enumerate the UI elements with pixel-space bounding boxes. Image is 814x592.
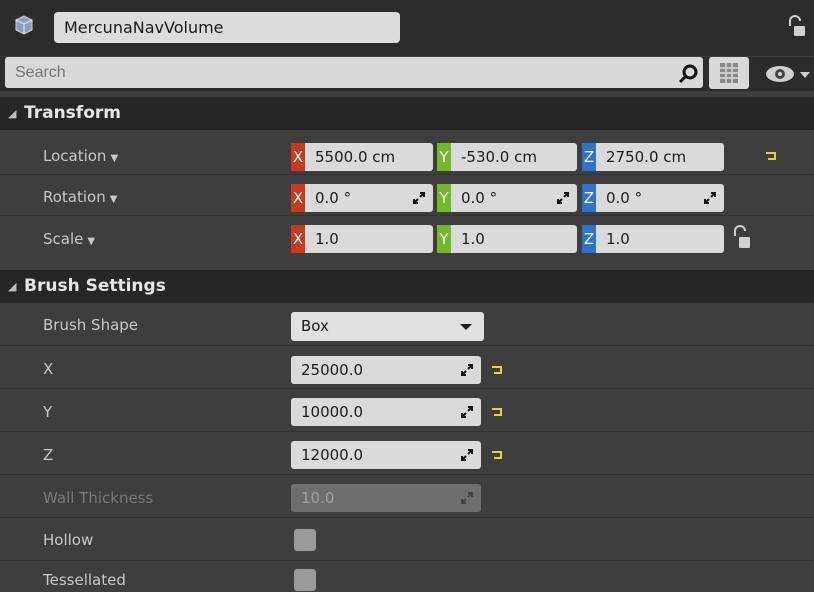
row-divider — [0, 345, 814, 346]
transform-section-header[interactable]: ◢ Transform — [0, 97, 814, 130]
wall-thickness-label: Wall Thickness — [43, 489, 154, 507]
reset-to-default-icon[interactable] — [490, 450, 504, 460]
brush-x-label: X — [43, 360, 54, 378]
axis-x-badge: X — [291, 143, 305, 171]
axis-y-badge: Y — [437, 184, 451, 212]
scale-z-field[interactable]: 1.0 — [596, 225, 724, 253]
brush-shape-dropdown[interactable]: Box — [291, 312, 484, 341]
axis-x-badge: X — [291, 184, 305, 212]
scale-label[interactable]: Scale ▼ — [43, 230, 95, 248]
tessellated-label: Tessellated — [43, 571, 126, 589]
row-divider — [0, 517, 814, 518]
axis-z-badge: Z — [582, 143, 596, 171]
eye-icon[interactable] — [762, 62, 812, 86]
section-title: Transform — [24, 103, 121, 123]
search-bar — [0, 57, 814, 91]
hollow-label: Hollow — [43, 531, 94, 549]
axis-x-badge: X — [291, 225, 305, 253]
rotation-y-field[interactable]: 0.0 ° — [451, 184, 577, 212]
rotation-x-field[interactable]: 0.0 ° — [305, 184, 433, 212]
axis-z-badge: Z — [582, 184, 596, 212]
scale-y-field[interactable]: 1.0 — [451, 225, 577, 253]
chevron-down-icon: ▼ — [109, 194, 118, 205]
brush-settings-section-header[interactable]: ◢ Brush Settings — [0, 270, 814, 303]
hollow-checkbox[interactable] — [294, 529, 316, 551]
padlock-icon[interactable] — [786, 14, 806, 38]
brush-z-field[interactable]: 12000.0 — [291, 441, 481, 469]
location-label[interactable]: Location ▼ — [43, 147, 118, 165]
brush-x-field[interactable]: 25000.0 — [291, 356, 481, 384]
collapse-triangle-icon: ◢ — [8, 280, 17, 293]
drag-spin-icon[interactable] — [461, 364, 473, 376]
cube-volume-icon — [15, 15, 33, 35]
brush-y-field[interactable]: 10000.0 — [291, 398, 481, 426]
reset-to-default-icon[interactable] — [490, 407, 504, 417]
property-matrix-icon — [720, 63, 738, 83]
brush-z-label: Z — [43, 446, 54, 464]
location-z-field[interactable]: 2750.0 cm — [596, 143, 724, 171]
chevron-down-icon: ▼ — [110, 153, 119, 164]
row-divider — [0, 388, 814, 389]
drag-spin-icon[interactable] — [461, 449, 473, 461]
location-x-field[interactable]: 5500.0 cm — [305, 143, 433, 171]
axis-y-badge: Y — [437, 225, 451, 253]
actor-name-field[interactable]: MercunaNavVolume — [54, 12, 400, 43]
dropdown-arrow-icon — [460, 324, 472, 330]
row-divider — [0, 560, 814, 561]
row-divider — [0, 174, 814, 175]
drag-spin-icon[interactable] — [413, 192, 425, 204]
brush-shape-label: Brush Shape — [43, 316, 139, 334]
location-y-field[interactable]: -530.0 cm — [451, 143, 577, 171]
collapse-triangle-icon: ◢ — [8, 107, 17, 120]
tessellated-checkbox[interactable] — [294, 569, 316, 591]
axis-y-badge: Y — [437, 143, 451, 171]
drag-spin-icon[interactable] — [461, 406, 473, 418]
row-divider — [0, 474, 814, 475]
search-input[interactable] — [5, 57, 703, 88]
drag-spin-icon[interactable] — [557, 192, 569, 204]
magnifier-icon[interactable] — [677, 63, 699, 85]
reset-to-default-icon[interactable] — [764, 151, 778, 161]
reset-to-default-icon[interactable] — [490, 365, 504, 375]
rotation-z-field[interactable]: 0.0 ° — [596, 184, 724, 212]
scale-x-field[interactable]: 1.0 — [305, 225, 433, 253]
row-divider — [0, 431, 814, 432]
axis-z-badge: Z — [582, 225, 596, 253]
property-matrix-button[interactable] — [709, 57, 749, 89]
wall-thickness-field: 10.0 — [291, 484, 481, 512]
brush-y-label: Y — [43, 403, 53, 421]
row-divider — [0, 215, 814, 216]
drag-spin-icon — [461, 492, 473, 504]
drag-spin-icon[interactable] — [704, 192, 716, 204]
padlock-icon[interactable] — [731, 224, 751, 250]
chevron-down-icon: ▼ — [87, 236, 96, 247]
section-title: Brush Settings — [24, 276, 166, 296]
rotation-label[interactable]: Rotation ▼ — [43, 188, 117, 206]
